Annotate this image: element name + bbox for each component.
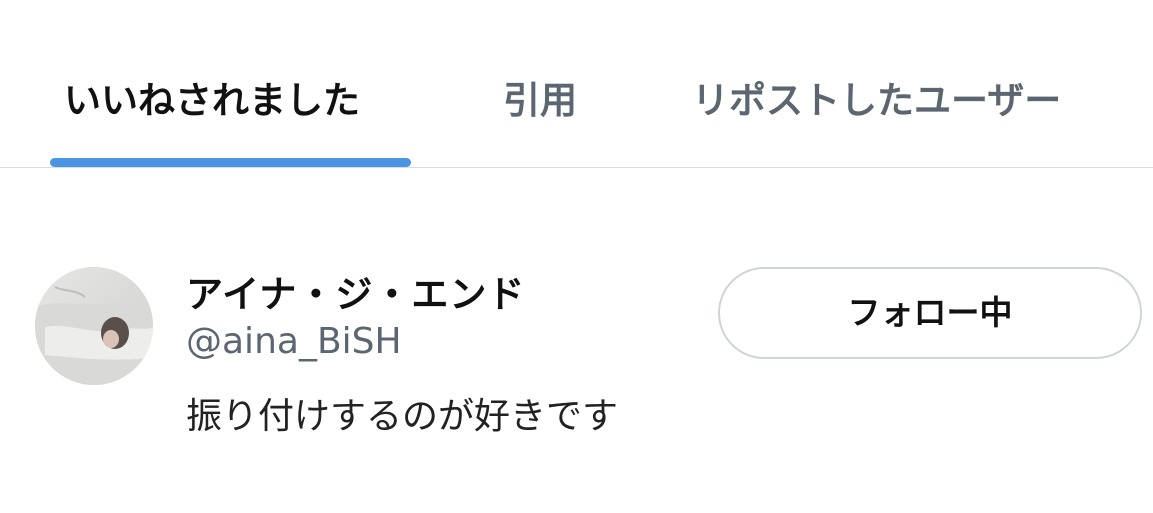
- tab-liked[interactable]: いいねされました: [64, 78, 360, 124]
- user-list-item[interactable]: アイナ・ジ・エンド @aina_BiSH 振り付けするのが好きです フォロー中: [0, 169, 1153, 469]
- profile-photo-icon: [35, 267, 153, 385]
- user-bio: 振り付けするのが好きです: [186, 396, 619, 437]
- avatar[interactable]: [35, 267, 153, 385]
- tab-reposts[interactable]: リポストしたユーザー: [692, 78, 1061, 124]
- tab-quotes[interactable]: 引用: [503, 78, 577, 124]
- liked-by-screen: いいねされました 引用 リポストしたユーザー アイナ・ジ・エンド @aina_B…: [0, 0, 1153, 513]
- active-tab-indicator: [50, 158, 411, 167]
- tab-bar: いいねされました 引用 リポストしたユーザー: [0, 0, 1153, 168]
- user-handle: @aina_BiSH: [186, 321, 402, 362]
- display-name[interactable]: アイナ・ジ・エンド: [186, 264, 525, 318]
- following-button[interactable]: フォロー中: [718, 267, 1142, 359]
